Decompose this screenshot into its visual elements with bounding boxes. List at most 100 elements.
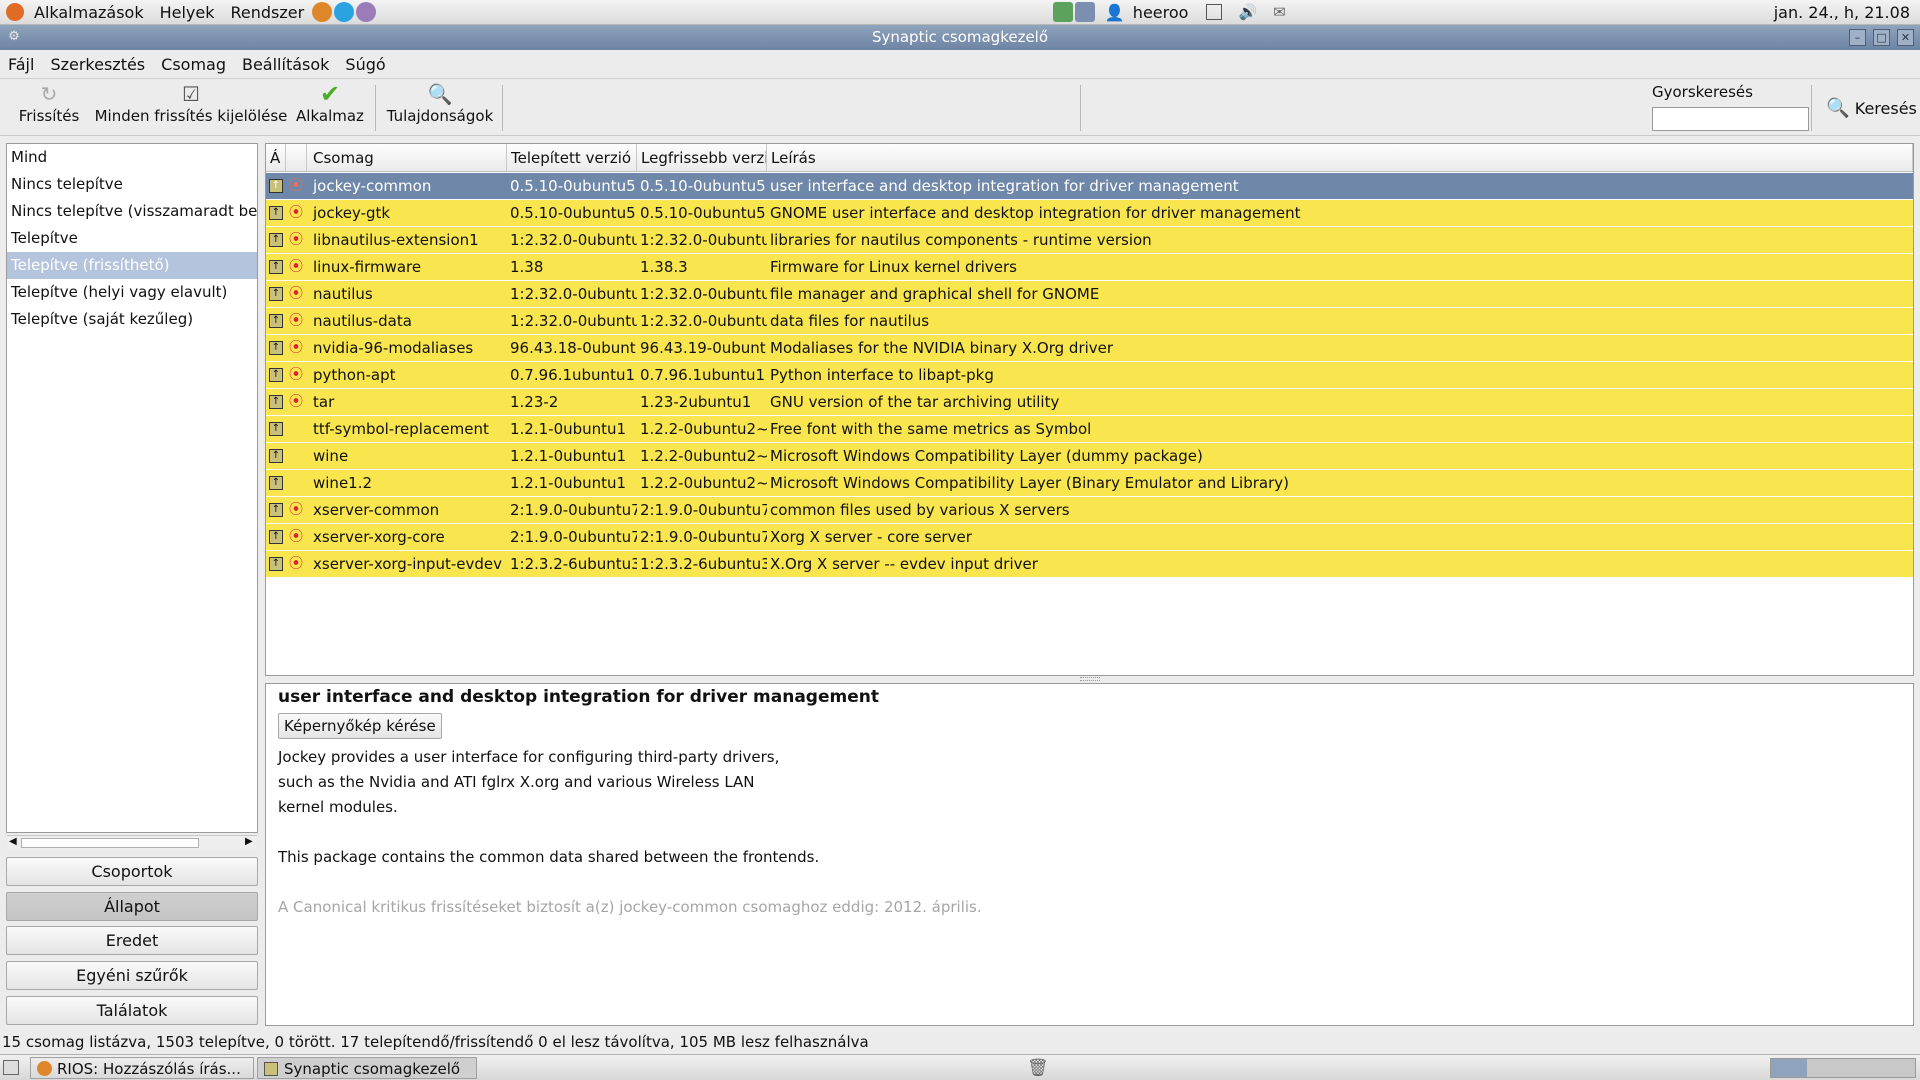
groups-button[interactable]: Csoportok: [6, 857, 258, 886]
installed-version-cell: 1.2.1-0ubuntu1: [510, 447, 627, 465]
menu-edit[interactable]: Szerkesztés: [42, 55, 153, 74]
quicksearch-input[interactable]: [1652, 107, 1809, 131]
mark-all-upgrades-button[interactable]: ☑ Minden frissítés kijelölése: [92, 81, 290, 135]
status-upgradable-icon[interactable]: ↑: [269, 422, 283, 436]
table-row[interactable]: ↑ ⦿ jockey-common 0.5.10-0ubuntu5 0.5.10-0ub…: [266, 173, 1913, 200]
menu-package[interactable]: Csomag: [153, 55, 234, 74]
system-menu[interactable]: Rendszer: [223, 3, 313, 22]
table-row[interactable]: ↑ ⦿ linux-firmware 1.38 1.38.3 Firmware for L…: [266, 254, 1913, 281]
filter-item[interactable]: Telepítve (frissíthető): [7, 252, 257, 279]
scroll-right-icon[interactable]: ▶: [245, 836, 253, 847]
close-icon[interactable]: ✕: [1897, 29, 1914, 46]
status-upgradable-icon[interactable]: ↑: [269, 368, 283, 382]
status-upgradable-icon[interactable]: ↑: [269, 503, 283, 517]
ubuntu-logo-icon[interactable]: [6, 3, 24, 21]
status-upgradable-icon[interactable]: ↑: [269, 206, 283, 220]
package-name-cell: xserver-common: [313, 501, 440, 519]
status-upgradable-icon[interactable]: ↑: [269, 179, 283, 193]
status-upgradable-icon[interactable]: ↑: [269, 233, 283, 247]
column-header-package[interactable]: Csomag: [307, 144, 507, 172]
status-upgradable-icon[interactable]: ↑: [269, 530, 283, 544]
custom-filters-button[interactable]: Egyéni szűrők: [6, 961, 258, 990]
user-name[interactable]: heeroo: [1125, 3, 1197, 22]
column-header-latest[interactable]: Legfrissebb verzió: [637, 144, 767, 172]
workspace-1-active[interactable]: [1771, 1059, 1807, 1077]
taskbar-item-firefox[interactable]: RIOS: Hozzászólás írás...: [30, 1057, 254, 1079]
pane-splitter-handle[interactable]: [1080, 677, 1100, 681]
status-upgradable-icon[interactable]: ↑: [269, 287, 283, 301]
scroll-left-icon[interactable]: ◀: [9, 836, 17, 847]
filter-item[interactable]: Nincs telepítve (visszamaradt beállításo…: [7, 198, 257, 225]
status-upgradable-icon[interactable]: ↑: [269, 557, 283, 571]
table-row[interactable]: ↑ ttf-symbol-replacement 1.2.1-0ubuntu1 1.2…: [266, 416, 1913, 443]
table-row[interactable]: ↑ ⦿ libnautilus-extension1 1:2.32.0-0ubuntu…: [266, 227, 1913, 254]
status-upgradable-icon[interactable]: ↑: [269, 341, 283, 355]
status-upgradable-icon[interactable]: ↑: [269, 314, 283, 328]
table-row[interactable]: ↑ ⦿ xserver-xorg-core 2:1.9.0-0ubuntu7 2:1.9…: [266, 524, 1913, 551]
menu-settings[interactable]: Beállítások: [234, 55, 337, 74]
filter-item[interactable]: Telepítve: [7, 225, 257, 252]
taskbar-item-synaptic[interactable]: Synaptic csomagkezelő: [257, 1057, 477, 1079]
filter-item[interactable]: Mind: [7, 144, 257, 171]
search-results-button[interactable]: Találatok: [6, 996, 258, 1025]
places-menu[interactable]: Helyek: [152, 3, 223, 22]
details-description-line: such as the Nvidia and ATI fglrx X.org a…: [278, 773, 755, 791]
column-header-status[interactable]: Á: [266, 144, 286, 172]
search-button[interactable]: 🔍 Keresés: [1826, 95, 1917, 121]
pidgin-launcher-icon[interactable]: [356, 2, 377, 22]
mail-icon[interactable]: ✉: [1273, 3, 1286, 21]
search-label: Keresés: [1854, 99, 1917, 118]
properties-button[interactable]: 🔍 Tulajdonságok: [384, 81, 496, 135]
session-icon[interactable]: [1206, 4, 1223, 20]
network-users-icon[interactable]: [1052, 2, 1073, 22]
reload-button[interactable]: ↻ Frissítés: [14, 81, 84, 135]
show-desktop-icon[interactable]: [3, 1060, 19, 1075]
table-row[interactable]: ↑ ⦿ nvidia-96-modaliases 96.43.18-0ubunt 96.…: [266, 335, 1913, 362]
filter-item[interactable]: Nincs telepítve: [7, 171, 257, 198]
window-menu-icon[interactable]: ⚙: [6, 29, 22, 45]
skype-launcher-icon[interactable]: [334, 2, 355, 22]
menu-help[interactable]: Súgó: [337, 55, 393, 74]
table-row[interactable]: ↑ ⦿ nautilus 1:2.32.0-0ubuntu 1:2.32.0-0ubun…: [266, 281, 1913, 308]
status-upgradable-icon[interactable]: ↑: [269, 395, 283, 409]
get-screenshot-button[interactable]: Képernyőkép kérése: [278, 713, 442, 739]
applications-menu[interactable]: Alkalmazások: [26, 3, 152, 22]
column-header-description[interactable]: Leírás: [767, 144, 1913, 172]
firefox-launcher-icon[interactable]: [312, 2, 333, 22]
table-row[interactable]: ↑ ⦿ xserver-common 2:1.9.0-0ubuntu7 2:1.9.0-…: [266, 497, 1913, 524]
latest-version-cell: 1.23-2ubuntu1: [640, 393, 752, 411]
table-row[interactable]: ↑ ⦿ xserver-xorg-input-evdev 1:2.3.2-6ubunt…: [266, 551, 1913, 578]
table-row[interactable]: ↑ wine1.2 1.2.1-0ubuntu1 1.2.2-0ubuntu2~ Mic…: [266, 470, 1913, 497]
menu-bar: Fájl Szerkesztés Csomag Beállítások Súgó: [0, 50, 1920, 78]
clock[interactable]: jan. 24., h, 21.08: [1766, 3, 1920, 22]
package-name-cell: nautilus: [313, 285, 373, 303]
status-upgradable-icon[interactable]: ↑: [269, 260, 283, 274]
filter-item[interactable]: Telepítve (helyi vagy elavult): [7, 279, 257, 306]
table-row[interactable]: ↑ ⦿ jockey-gtk 0.5.10-0ubuntu5 0.5.10-0ubunt…: [266, 200, 1913, 227]
status-upgradable-icon[interactable]: ↑: [269, 476, 283, 490]
volume-icon[interactable]: 🔊: [1238, 3, 1257, 21]
latest-version-cell: 96.43.19-0ubunt: [640, 339, 766, 357]
column-header-support[interactable]: [286, 144, 307, 172]
scroll-thumb[interactable]: [21, 838, 199, 848]
origin-button[interactable]: Eredet: [6, 926, 258, 955]
status-button[interactable]: Állapot: [6, 892, 258, 921]
column-header-installed[interactable]: Telepített verzió: [507, 144, 637, 172]
table-row[interactable]: ↑ wine 1.2.1-0ubuntu1 1.2.2-0ubuntu2~ Micros…: [266, 443, 1913, 470]
user-icon: 👤: [1104, 2, 1125, 22]
table-row[interactable]: ↑ ⦿ nautilus-data 1:2.32.0-0ubuntu 1:2.32.0-…: [266, 308, 1913, 335]
latest-version-cell: 1:2.32.0-0ubuntu: [640, 285, 767, 303]
trash-icon[interactable]: 🗑: [1027, 1058, 1049, 1078]
tools-icon[interactable]: [1074, 2, 1095, 22]
menu-file[interactable]: Fájl: [0, 55, 42, 74]
installed-version-cell: 1.2.1-0ubuntu1: [510, 474, 627, 492]
apply-button[interactable]: ✔ Alkalmaz: [294, 81, 366, 135]
filter-list-hscrollbar[interactable]: ◀ ▶: [7, 835, 257, 849]
table-row[interactable]: ↑ ⦿ python-apt 0.7.96.1ubuntu1 0.7.96.1ubunt…: [266, 362, 1913, 389]
minimize-icon[interactable]: –: [1849, 29, 1866, 46]
window-titlebar[interactable]: ⚙ Synaptic csomagkezelő – □ ✕: [0, 25, 1920, 50]
status-upgradable-icon[interactable]: ↑: [269, 449, 283, 463]
maximize-icon[interactable]: □: [1873, 29, 1890, 46]
table-row[interactable]: ↑ ⦿ tar 1.23-2 1.23-2ubuntu1 GNU version of t…: [266, 389, 1913, 416]
filter-item[interactable]: Telepítve (saját kezűleg): [7, 306, 257, 333]
